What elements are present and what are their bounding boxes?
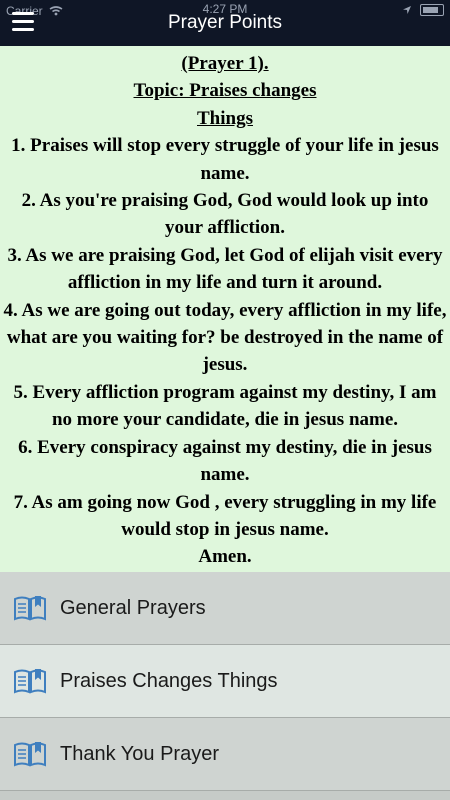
prayer-menu-list: General Prayers Praises Changes Things T…: [0, 572, 450, 800]
prayer-closing: Amen.: [198, 546, 252, 568]
book-icon: [14, 596, 46, 621]
prayer-content: (Prayer 1). Topic: Praises changes Thing…: [0, 46, 450, 572]
prayer-point: 3. As we are praising God, let God of el…: [7, 244, 443, 294]
book-icon: [14, 742, 46, 767]
page-title: Prayer Points: [167, 12, 283, 33]
prayer-heading: (Prayer 1).: [181, 53, 269, 74]
app-header: Carrier 4:27 PM Prayer Points: [0, 0, 450, 46]
prayer-point: 7. As am going now God , every strugglin…: [13, 491, 437, 540]
prayer-point: 2. As you're praising God, God would loo…: [21, 190, 429, 239]
prayer-point: 6. Every conspiracy against my destiny, …: [18, 436, 432, 486]
menu-item-general-prayers[interactable]: General Prayers: [0, 572, 450, 645]
prayer-topic-line1: Topic: Praises changes: [133, 80, 317, 102]
menu-item-label: General Prayers: [60, 596, 206, 619]
menu-item-thank-you-prayer[interactable]: Thank You Prayer: [0, 718, 450, 791]
prayer-point: 5. Every affliction program against my d…: [13, 381, 437, 431]
prayer-point: 1. Praises will stop every struggle of y…: [11, 135, 439, 184]
prayer-topic-line2: Things: [197, 107, 253, 129]
book-icon: [14, 669, 46, 694]
menu-item-label: Thank You Prayer: [60, 742, 219, 765]
prayer-point: 4. As we are going out today, every affl…: [3, 299, 447, 376]
menu-item-praises-changes-things[interactable]: Praises Changes Things: [0, 645, 450, 718]
menu-item-label: Praises Changes Things: [60, 669, 278, 692]
